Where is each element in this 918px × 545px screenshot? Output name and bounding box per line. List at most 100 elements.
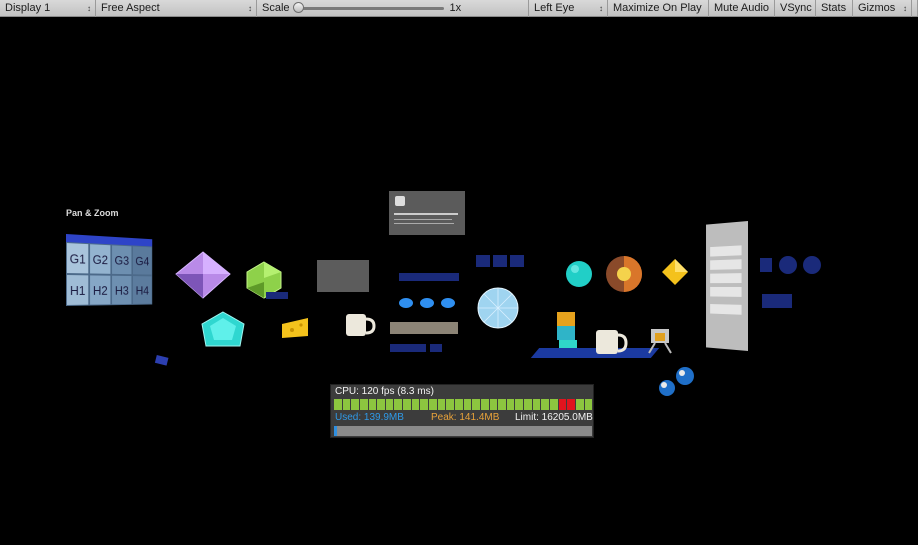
frame-bar [385, 399, 394, 410]
round-button-2 [420, 298, 434, 308]
peak-memory: Peak: 141.4MB [431, 412, 500, 423]
frame-bar [550, 399, 558, 410]
frame-bar [394, 399, 403, 410]
stats-label: Stats [821, 2, 847, 14]
dropdown-arrow-icon: ↕ [903, 4, 907, 13]
blue-sphere-2[interactable] [657, 378, 677, 398]
frame-bar [584, 399, 593, 410]
ui-button-1[interactable] [762, 294, 792, 308]
toolbar-spacer [912, 0, 918, 16]
octahedron-object[interactable] [172, 250, 234, 300]
game-viewport[interactable]: Pan & Zoom G1 G2 G3 G4 H1 H2 H3 H4 CPU: … [4, 18, 914, 542]
maximize-on-play-toggle[interactable]: Maximize On Play [608, 0, 709, 17]
pan-zoom-title: Pan & Zoom [66, 208, 119, 218]
frame-bar [437, 399, 446, 410]
dodecahedron-object[interactable] [198, 310, 248, 352]
bounding-box-panel[interactable] [317, 260, 369, 292]
frame-bar [524, 399, 532, 410]
frame-bar [506, 399, 515, 410]
ui-input-field-5[interactable] [710, 304, 742, 315]
cheese-object[interactable] [280, 314, 310, 340]
ui-input-field-2[interactable] [710, 259, 742, 270]
keyboard-button[interactable] [154, 355, 169, 366]
frame-bar [334, 399, 342, 410]
vsync-label: VSync [780, 2, 812, 14]
panel-text-line [394, 213, 458, 215]
keyboard-panel[interactable] [101, 341, 169, 387]
press-button-bar[interactable] [399, 273, 459, 281]
ui-samples-panel[interactable] [706, 221, 748, 351]
frame-bar [498, 399, 506, 410]
piano-keys[interactable] [390, 322, 458, 334]
pan-zoom-grid-panel[interactable]: G1 G2 G3 G4 H1 H2 H3 H4 [66, 234, 153, 346]
hand-interaction-panel[interactable] [389, 191, 465, 235]
scale-slider-thumb[interactable] [292, 2, 304, 13]
orange-cube[interactable] [557, 312, 575, 326]
blue-sphere-1[interactable] [674, 365, 696, 387]
memory-usage-bar [334, 426, 592, 436]
grid-cell-h1[interactable]: H1 [66, 274, 90, 306]
coffee-mug-object-2[interactable] [592, 326, 628, 358]
frame-bar [377, 399, 385, 410]
grid-cell-g2[interactable]: G2 [89, 243, 112, 275]
hand-icon [395, 196, 405, 206]
round-button-3 [441, 298, 455, 308]
display-dropdown[interactable]: Display 1 ↕ [0, 0, 96, 17]
aspect-label: Free Aspect [101, 2, 160, 14]
grid-cell-g4[interactable]: G4 [132, 245, 153, 276]
frame-bar [558, 399, 567, 410]
frame-bar [567, 399, 575, 410]
dropdown-arrow-icon: ↕ [87, 4, 91, 13]
mute-audio-toggle[interactable]: Mute Audio [709, 0, 775, 17]
frame-bar [575, 399, 584, 410]
vsync-toggle[interactable]: VSync [775, 0, 816, 17]
ui-input-field-3[interactable] [710, 273, 742, 284]
cyan-sphere-object[interactable] [564, 259, 594, 289]
gizmos-dropdown[interactable]: Gizmos ↕ [853, 0, 912, 17]
frame-bar [342, 399, 351, 410]
round-buttons-row [399, 298, 455, 308]
eye-label: Left Eye [534, 2, 575, 14]
ui-input-field[interactable] [710, 245, 742, 257]
eye-dropdown[interactable]: Left Eye ↕ [529, 0, 608, 17]
scale-value: 1x [449, 2, 462, 14]
yellow-octahedron-object[interactable] [660, 257, 690, 287]
touch-button-2[interactable] [493, 255, 507, 267]
maximize-on-play-label: Maximize On Play [613, 2, 702, 14]
frame-time-bars [334, 399, 593, 410]
stats-toggle[interactable]: Stats [816, 0, 853, 17]
scale-control: Scale 1x [257, 0, 529, 17]
frame-bar [515, 399, 524, 410]
grid-cell-g3[interactable]: G3 [111, 244, 133, 276]
ui-toggle-square [760, 258, 772, 272]
coffee-mug-object[interactable] [342, 310, 376, 340]
panel-text-line [394, 223, 454, 224]
touch-button-1[interactable] [476, 255, 490, 267]
grid-cell-g1[interactable]: G1 [66, 242, 90, 275]
earth-core-object[interactable] [604, 254, 646, 294]
teal-cube[interactable] [557, 326, 575, 340]
frame-bar [368, 399, 377, 410]
frame-bar [446, 399, 454, 410]
memory-limit: Limit: 16205.0MB [515, 412, 593, 423]
used-memory: Used: 139.9MB [335, 412, 404, 423]
grid-cell-h2[interactable]: H2 [89, 274, 112, 306]
ui-toggle-row [760, 256, 821, 274]
frame-bar [403, 399, 411, 410]
grid-cell-h4[interactable]: H4 [132, 275, 153, 305]
scale-slider[interactable] [292, 2, 444, 13]
toggle-bar-1[interactable] [390, 344, 426, 352]
cpu-readout: CPU: 120 fps (8.3 ms) [335, 386, 434, 397]
aspect-dropdown[interactable]: Free Aspect ↕ [96, 0, 257, 17]
ui-input-field-4[interactable] [710, 286, 742, 297]
grid-cell-h3[interactable]: H3 [111, 274, 133, 306]
frame-bar [420, 399, 429, 410]
frame-bar [532, 399, 541, 410]
lunar-module-object[interactable] [643, 323, 677, 355]
toggle-bar-2[interactable] [430, 344, 442, 352]
geo-sphere-object[interactable] [474, 286, 522, 330]
frame-bar [463, 399, 472, 410]
frame-bar [489, 399, 498, 410]
touch-button-3[interactable] [510, 255, 524, 267]
frame-bar [429, 399, 437, 410]
